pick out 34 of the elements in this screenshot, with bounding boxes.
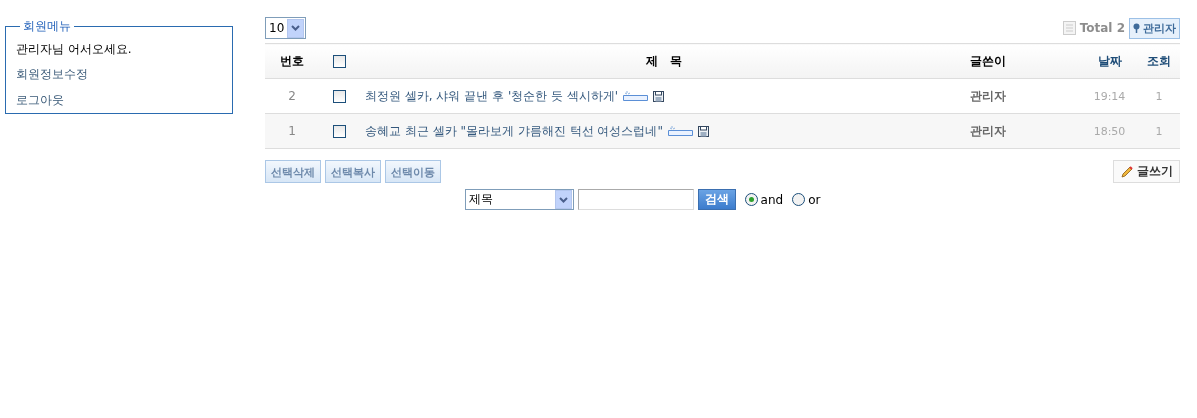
post-title-link[interactable]: 최정원 셀카, 샤워 끝낸 후 '청순한 듯 섹시하게' [365, 87, 619, 105]
post-number: 1 [265, 113, 319, 149]
column-header: 글쓴이 [969, 43, 1081, 79]
total-count: Total 2 [1079, 21, 1125, 35]
select-all-checkbox[interactable] [332, 55, 346, 68]
radio-button[interactable] [744, 193, 758, 206]
post-time: 18:50 [1081, 113, 1138, 149]
write-button[interactable]: 글쓰기 [1113, 160, 1180, 183]
list-icon [1062, 21, 1076, 35]
page-size-select[interactable]: 10 [265, 17, 306, 39]
pencil-icon [1120, 164, 1134, 179]
radio-button[interactable] [792, 193, 806, 206]
view-count: 1 [1138, 113, 1180, 149]
row-checkbox[interactable] [332, 125, 346, 138]
pin-icon [1133, 23, 1140, 33]
post-number: 2 [265, 78, 319, 114]
radio-label: or [808, 192, 821, 207]
author-name: 관리자 [969, 78, 1081, 114]
column-header: 번호 [265, 43, 319, 79]
radio-label: and [760, 192, 784, 207]
member-menu-title: 회원메뉴 [22, 18, 72, 35]
search-field-select[interactable]: 제목 [464, 189, 574, 210]
row-checkbox[interactable] [332, 90, 346, 103]
member-menu-link[interactable]: 로그아웃 [16, 92, 222, 109]
post-time: 19:14 [1081, 78, 1138, 114]
column-header[interactable]: 날짜 [1081, 43, 1138, 79]
column-header[interactable]: 조회 [1138, 43, 1180, 79]
column-header: 제 목 [359, 43, 969, 79]
search-input[interactable] [577, 189, 694, 210]
member-menu-link[interactable]: 회원정보수정 [16, 66, 222, 83]
view-count: 1 [1138, 78, 1180, 114]
greeting-text: 관리자님 어서오세요. [16, 41, 133, 58]
admin-button[interactable]: 관리자 [1129, 17, 1180, 39]
author-name: 관리자 [969, 113, 1081, 149]
